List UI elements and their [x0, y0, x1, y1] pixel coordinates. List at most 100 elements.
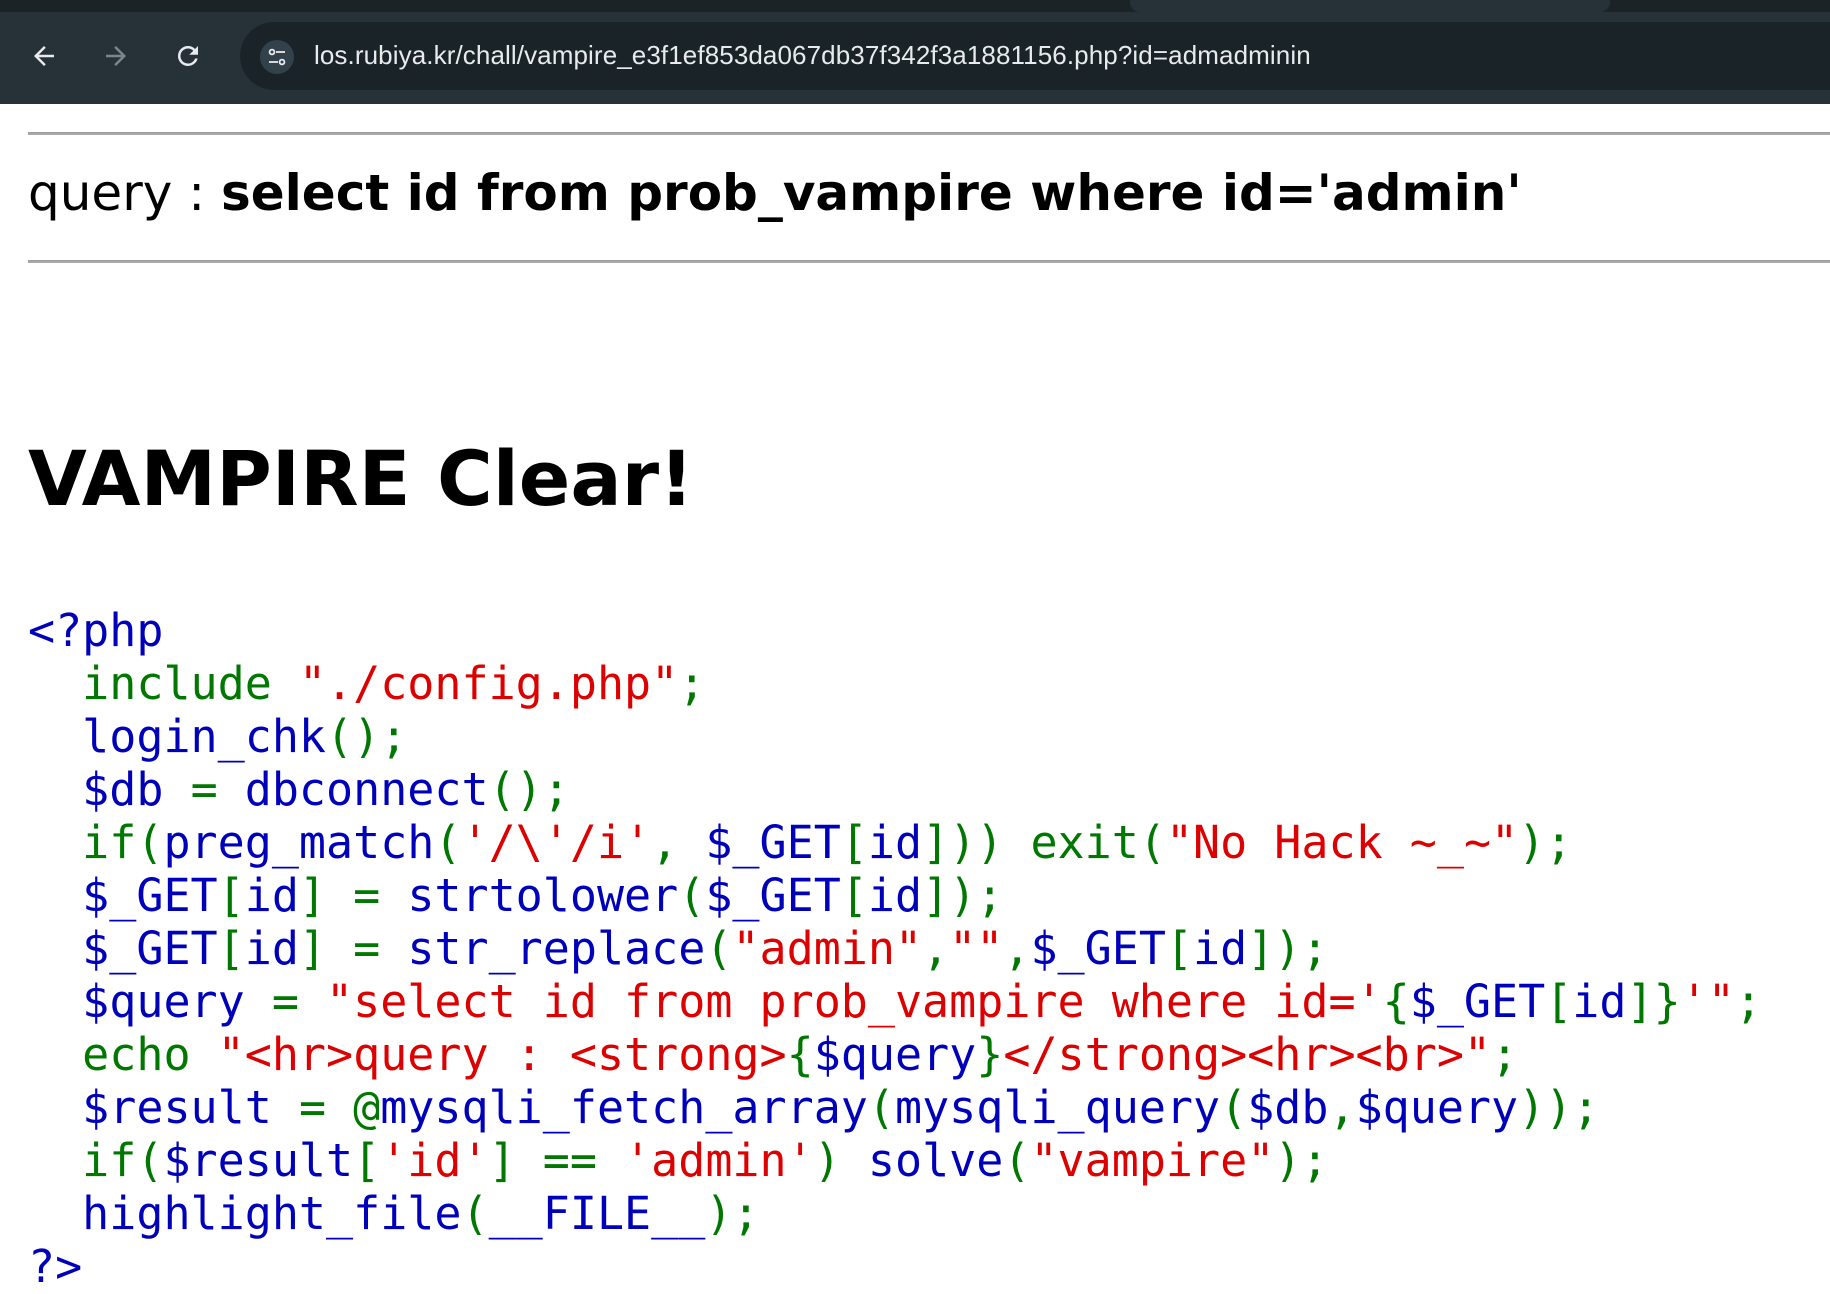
- code-token: (: [434, 816, 462, 869]
- code-token: [: [217, 922, 245, 975]
- code-token: ;: [678, 657, 706, 710]
- code-line: $query = "select id from prob_vampire wh…: [28, 975, 1762, 1028]
- code-token: ): [813, 1134, 868, 1187]
- back-button[interactable]: [20, 32, 68, 80]
- code-token: ] =: [298, 869, 408, 922]
- code-token: (: [1220, 1081, 1248, 1134]
- code-token: id: [867, 869, 923, 922]
- code-token: $query: [813, 1028, 977, 1081]
- code-line: $_GET[id] = strtolower($_GET[id]);: [28, 869, 1762, 922]
- code-token: 'admin': [624, 1134, 814, 1187]
- reload-icon: [177, 45, 198, 66]
- code-token: $_GET: [1030, 922, 1166, 975]
- code-token: [: [840, 816, 868, 869]
- browser-toolbar: los.rubiya.kr/chall/vampire_e3f1ef853da0…: [0, 0, 1830, 104]
- code-token: [: [217, 869, 245, 922]
- code-token: ();: [488, 763, 570, 816]
- code-token: {: [1382, 975, 1410, 1028]
- code-token: login_chk: [28, 710, 327, 763]
- forward-arrow-icon: [106, 46, 126, 66]
- code-token: [: [840, 869, 868, 922]
- code-token: $db: [1247, 1081, 1329, 1134]
- code-token: if(: [28, 816, 164, 869]
- code-token: $_GET: [28, 869, 218, 922]
- code-line: include "./config.php";: [28, 657, 1762, 710]
- forward-button[interactable]: [92, 32, 140, 80]
- code-token: ,: [1328, 1081, 1356, 1134]
- code-token: strtolower: [407, 869, 679, 922]
- active-tab[interactable]: [1130, 0, 1610, 12]
- code-token: (: [461, 1187, 489, 1240]
- code-token: "select id from prob_vampire where id=': [326, 975, 1383, 1028]
- code-line: login_chk();: [28, 710, 1762, 763]
- code-token: solve: [867, 1134, 1004, 1187]
- code-token: {: [786, 1028, 814, 1081]
- code-token: (: [867, 1081, 895, 1134]
- code-token: id: [244, 922, 299, 975]
- code-token: (: [678, 869, 706, 922]
- code-token: ]}: [1626, 975, 1681, 1028]
- code-token: "./config.php": [298, 657, 679, 710]
- code-line: echo "<hr>query : <strong>{$query}</stro…: [28, 1028, 1762, 1081]
- code-token: $_GET: [705, 869, 841, 922]
- code-token: str_replace: [407, 922, 706, 975]
- clear-heading: VAMPIRE Clear!: [28, 434, 694, 523]
- code-line: ?>: [28, 1240, 1762, 1293]
- horizontal-rule: [28, 260, 1830, 263]
- code-token: ();: [326, 710, 408, 763]
- code-token: echo: [28, 1028, 218, 1081]
- code-token: $_GET: [28, 922, 218, 975]
- code-token: $_GET: [705, 816, 841, 869]
- code-token: ;: [1734, 975, 1762, 1028]
- code-token: ,: [651, 816, 706, 869]
- code-token: id: [1193, 922, 1248, 975]
- code-token: "admin": [732, 922, 923, 975]
- code-token: }: [976, 1028, 1004, 1081]
- code-token: $result: [28, 1081, 299, 1134]
- code-token: <?php: [28, 604, 164, 657]
- code-token: [: [1165, 922, 1194, 975]
- code-token: ?>: [28, 1240, 83, 1293]
- code-token: preg_match: [163, 816, 435, 869]
- code-token: ] =: [298, 922, 408, 975]
- query-display: query : select id from prob_vampire wher…: [28, 164, 1522, 222]
- code-token: '/\'/i': [461, 816, 652, 869]
- code-token: ]);: [1247, 922, 1329, 975]
- code-token: =: [190, 763, 245, 816]
- code-token: "": [949, 922, 1004, 975]
- query-value: select id from prob_vampire where id='ad…: [220, 164, 1522, 222]
- code-token: id: [867, 816, 923, 869]
- code-token: $_GET: [1409, 975, 1546, 1028]
- code-line: if($result['id'] == 'admin') solve("vamp…: [28, 1134, 1762, 1187]
- code-token: );: [1274, 1134, 1329, 1187]
- code-token: ,: [922, 922, 950, 975]
- code-line: $_GET[id] = str_replace("admin","",$_GET…: [28, 922, 1762, 975]
- back-arrow-icon: [34, 46, 54, 66]
- code-token: ));: [1518, 1081, 1600, 1134]
- code-line: $db = dbconnect();: [28, 763, 1762, 816]
- code-token: ] ==: [488, 1134, 625, 1187]
- code-token: __FILE__: [488, 1187, 706, 1240]
- tab-strip: [0, 0, 1830, 12]
- code-line: <?php: [28, 604, 1762, 657]
- reload-button[interactable]: [164, 32, 212, 80]
- site-settings-button[interactable]: [260, 40, 294, 74]
- code-token: (: [1003, 1134, 1031, 1187]
- code-line: $result = @mysqli_fetch_array(mysqli_que…: [28, 1081, 1762, 1134]
- php-source-code: <?php include "./config.php"; login_chk(…: [28, 604, 1762, 1293]
- code-token: ,: [1003, 922, 1031, 975]
- code-token: include: [28, 657, 299, 710]
- code-token: </strong><hr><br>": [1003, 1028, 1492, 1081]
- url-text[interactable]: los.rubiya.kr/chall/vampire_e3f1ef853da0…: [314, 40, 1311, 71]
- code-token: dbconnect: [244, 763, 489, 816]
- code-token: =: [271, 975, 327, 1028]
- code-token: ])) exit(: [922, 816, 1166, 869]
- address-bar[interactable]: los.rubiya.kr/chall/vampire_e3f1ef853da0…: [240, 22, 1830, 90]
- horizontal-rule: [28, 132, 1830, 135]
- query-label: query :: [28, 164, 221, 222]
- code-token: ]);: [922, 869, 1004, 922]
- code-token: highlight_file: [28, 1187, 462, 1240]
- code-token: = @: [298, 1081, 381, 1134]
- code-line: if(preg_match('/\'/i', $_GET[id])) exit(…: [28, 816, 1762, 869]
- code-token: 'id': [380, 1134, 489, 1187]
